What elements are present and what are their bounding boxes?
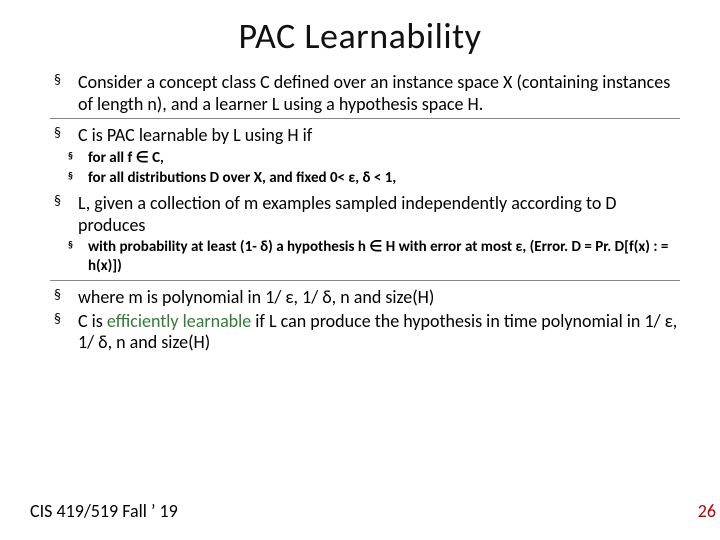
divider [50,118,680,119]
slide-body: Consider a concept class C defined over … [0,72,720,354]
sub-bullet-item: for all distributions D over X, and fixe… [86,169,680,188]
sub-bullet-item: with probability at least (1- δ) a hypot… [86,238,680,276]
bullet-list: Consider a concept class C defined over … [50,72,680,115]
slide: PAC Learnability Consider a concept clas… [0,0,720,540]
bullet-list: where m is polynomial in 1/ ε, 1/ δ, n a… [50,287,680,354]
bullet-item: L, given a collection of m examples samp… [74,193,680,236]
highlight-text: efficiently learnable [107,310,251,332]
sub-bullet-item: for all f ∈ C, [86,149,680,168]
slide-number: 26 [698,500,716,522]
bullet-item: C is PAC learnable by L using H if [74,125,680,147]
bullet-text: C is [78,310,107,332]
footer-course: CIS 419/519 Fall ’ 19 [30,500,178,522]
page-title: PAC Learnability [0,0,720,66]
bullet-list: L, given a collection of m examples samp… [50,193,680,236]
bullet-item: where m is polynomial in 1/ ε, 1/ δ, n a… [74,287,680,309]
divider [50,280,680,281]
sub-bullet-list: for all f ∈ C, for all distributions D o… [50,149,680,188]
bullet-item: C is efficiently learnable if L can prod… [74,311,680,354]
bullet-item: Consider a concept class C defined over … [74,72,680,115]
bullet-list: C is PAC learnable by L using H if [50,125,680,147]
sub-bullet-list: with probability at least (1- δ) a hypot… [50,238,680,276]
